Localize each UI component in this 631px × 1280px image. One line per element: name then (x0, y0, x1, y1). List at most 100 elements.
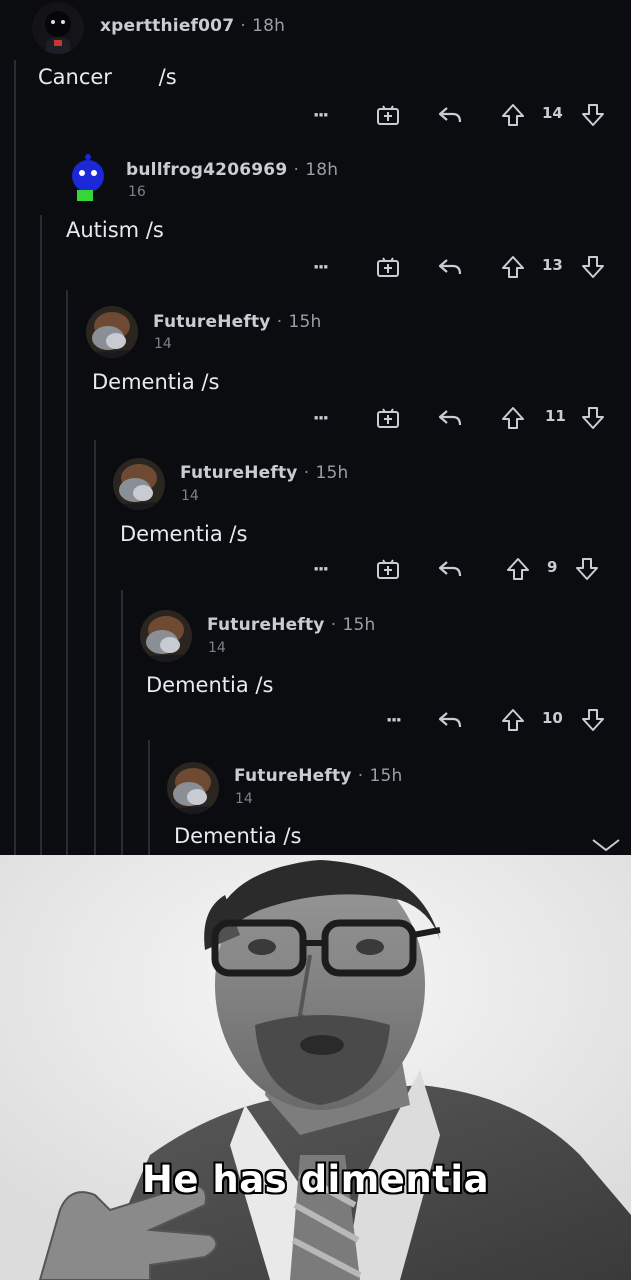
reply-button[interactable] (435, 403, 465, 433)
comment-body: Cancer /s (38, 65, 177, 89)
separator: · (293, 160, 300, 180)
user-karma: 14 (154, 336, 172, 352)
award-button[interactable] (373, 403, 403, 433)
vote-score: 11 (545, 407, 566, 425)
reddit-comment-thread-screenshot: xpertthief007 · 18h Cancer /s ··· 14 bul… (0, 0, 631, 855)
reply-icon (438, 561, 462, 577)
upvote-arrow-icon (502, 709, 524, 731)
award-button[interactable] (373, 100, 403, 130)
avatar[interactable] (167, 762, 219, 814)
user-karma: 14 (208, 640, 226, 656)
avatar[interactable] (113, 458, 165, 510)
thread-line[interactable] (14, 60, 16, 855)
separator: · (357, 766, 364, 786)
vote-score: 9 (547, 558, 558, 576)
thread-line[interactable] (40, 215, 42, 855)
timestamp: 15h (315, 463, 349, 483)
reply-button[interactable] (435, 100, 465, 130)
comment-actions: ··· 11 (300, 403, 620, 433)
comment-actions: ··· 13 (300, 252, 620, 282)
thread-line[interactable] (148, 740, 150, 855)
downvote-button[interactable] (578, 705, 608, 735)
downvote-arrow-icon (582, 407, 604, 429)
more-button[interactable]: ··· (305, 554, 335, 584)
downvote-arrow-icon (582, 709, 604, 731)
avatar[interactable] (86, 306, 138, 358)
comment-actions: ··· 14 (300, 100, 620, 130)
comment-username[interactable]: FutureHefty · 15h (207, 615, 375, 635)
upvote-arrow-icon (507, 558, 529, 580)
reply-icon (438, 107, 462, 123)
thread-line[interactable] (121, 590, 123, 855)
comment-username[interactable]: bullfrog4206969 · 18h (126, 160, 338, 180)
more-icon: ··· (312, 407, 329, 429)
reply-button[interactable] (435, 554, 465, 584)
timestamp: 15h (288, 312, 322, 332)
upvote-button[interactable] (498, 705, 528, 735)
comment-body: Dementia /s (92, 370, 220, 394)
downvote-button[interactable] (578, 403, 608, 433)
user-karma: 14 (235, 791, 253, 807)
comment-username[interactable]: xpertthief007 · 18h (100, 16, 285, 36)
award-button[interactable] (373, 252, 403, 282)
username-text[interactable]: FutureHefty (207, 615, 325, 635)
avatar[interactable] (32, 2, 84, 54)
meme-image (0, 855, 631, 1280)
more-icon: ··· (312, 104, 329, 126)
comment-actions: ··· 9 (300, 554, 620, 584)
more-button[interactable]: ··· (305, 252, 335, 282)
upvote-button[interactable] (498, 252, 528, 282)
reply-icon (438, 410, 462, 426)
award-icon (377, 408, 399, 428)
comment-username[interactable]: FutureHefty · 15h (234, 766, 402, 786)
award-button[interactable] (373, 554, 403, 584)
username-text[interactable]: FutureHefty (234, 766, 352, 786)
user-karma: 14 (181, 488, 199, 504)
comment-username[interactable]: FutureHefty · 15h (153, 312, 321, 332)
timestamp: 18h (252, 16, 286, 36)
thread-line[interactable] (66, 290, 68, 855)
downvote-button[interactable] (578, 252, 608, 282)
downvote-button[interactable] (578, 100, 608, 130)
upvote-button[interactable] (498, 403, 528, 433)
chevron-down-icon[interactable] (591, 838, 621, 852)
timestamp: 18h (305, 160, 339, 180)
more-icon: ··· (312, 558, 329, 580)
man-in-suit-photo (0, 855, 631, 1280)
more-icon: ··· (385, 709, 402, 731)
username-text[interactable]: FutureHefty (180, 463, 298, 483)
award-icon (377, 257, 399, 277)
reply-icon (438, 259, 462, 275)
comment-body: Dementia /s (174, 824, 302, 848)
award-icon (377, 105, 399, 125)
avatar[interactable] (140, 610, 192, 662)
username-text[interactable]: FutureHefty (153, 312, 271, 332)
award-icon (377, 559, 399, 579)
comment-body: Autism /s (66, 218, 164, 242)
reply-button[interactable] (435, 252, 465, 282)
upvote-arrow-icon (502, 407, 524, 429)
downvote-button[interactable] (572, 554, 602, 584)
upvote-arrow-icon (502, 104, 524, 126)
reply-icon (438, 712, 462, 728)
reply-button[interactable] (435, 705, 465, 735)
upvote-button[interactable] (503, 554, 533, 584)
more-icon: ··· (312, 256, 329, 278)
separator: · (303, 463, 310, 483)
username-text[interactable]: bullfrog4206969 (126, 160, 287, 180)
comment-username[interactable]: FutureHefty · 15h (180, 463, 348, 483)
comment-body: Dementia /s (146, 673, 274, 697)
vote-score: 14 (542, 104, 563, 122)
comment-body: Dementia /s (120, 522, 248, 546)
user-karma: 16 (128, 184, 146, 200)
more-button[interactable]: ··· (305, 100, 335, 130)
username-text[interactable]: xpertthief007 (100, 16, 234, 36)
upvote-button[interactable] (498, 100, 528, 130)
thread-line[interactable] (94, 440, 96, 855)
avatar[interactable] (62, 152, 114, 204)
downvote-arrow-icon (582, 256, 604, 278)
more-button[interactable]: ··· (305, 403, 335, 433)
separator: · (276, 312, 283, 332)
separator: · (330, 615, 337, 635)
more-button[interactable]: ··· (378, 705, 408, 735)
